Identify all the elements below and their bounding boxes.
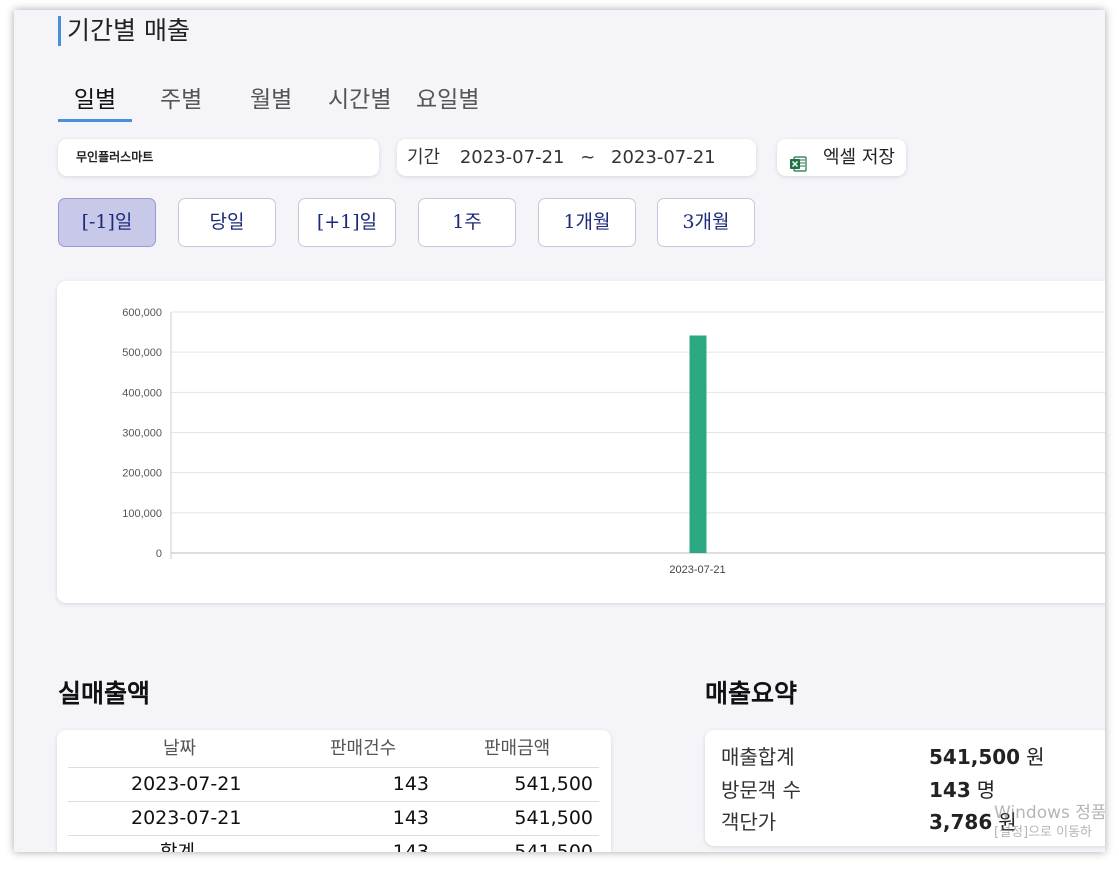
col-header-count: 판매건수 (330, 738, 397, 759)
summary-label: 객단가 (721, 810, 777, 834)
excel-export-button[interactable]: 엑셀 저장 (777, 139, 906, 176)
sales-table-title: 실매출액 (58, 679, 151, 708)
cell-amount: 541,500 (514, 773, 593, 795)
tab-monthly[interactable]: 월별 (250, 82, 298, 122)
bar (689, 335, 707, 553)
table-row: 2023-07-21 143 541,500 (68, 767, 599, 801)
cell-amount: 541,500 (514, 807, 593, 829)
cell-count: 143 (392, 773, 429, 795)
cell-date: 2023-07-21 (131, 807, 242, 829)
page-title: 기간별 매출 (58, 16, 190, 46)
date-to[interactable]: 2023-07-21 (611, 147, 716, 168)
col-header-date: 날짜 (163, 738, 197, 759)
cell-amount: 541,500 (514, 841, 593, 852)
y-tick-label: 100,000 (122, 508, 162, 520)
tab-weekly[interactable]: 주별 (160, 82, 208, 122)
date-from[interactable]: 2023-07-21 (460, 147, 565, 168)
col-header-amount: 판매금액 (484, 738, 551, 759)
cell-count: 143 (392, 841, 429, 852)
tab-daily[interactable]: 일별 (58, 82, 132, 122)
range-today-button[interactable]: 당일 (178, 198, 276, 247)
tab-hourly[interactable]: 시간별 (328, 82, 400, 122)
excel-export-label: 엑셀 저장 (823, 147, 895, 168)
range-3-month-button[interactable]: 3개월 (657, 198, 755, 247)
summary-row-total: 매출합계 541,500 원 (721, 741, 1101, 773)
sales-chart-panel: 600,000 500,000 400,000 300,000 200,000 100,0… (57, 281, 1105, 603)
sales-bar-chart: 600,000 500,000 400,000 300,000 200,000 100,0… (122, 307, 1105, 576)
period-label: 기간 (407, 147, 441, 168)
windows-activation-watermark: Windows 정품 [설정]으로 이동하 (994, 803, 1105, 840)
x-tick-label: 2023-07-21 (669, 564, 725, 576)
excel-icon (789, 149, 807, 172)
cell-total-label: 합계 (160, 841, 195, 852)
y-tick-label: 0 (156, 548, 162, 560)
summary-title: 매출요약 (705, 679, 798, 708)
period-tabs: 일별 주별 월별 시간별 요일별 (58, 82, 488, 122)
y-tick-label: 300,000 (122, 428, 162, 440)
range-plus-1-day-button[interactable]: [+1]일 (298, 198, 396, 247)
table-total-row: 합계 143 541,500 (68, 835, 599, 852)
app-frame: 기간별 매출 일별 주별 월별 시간별 요일별 무인플러스마트 기간 2023-… (14, 10, 1105, 852)
table-row: 2023-07-21 143 541,500 (68, 801, 599, 835)
date-separator: ~ (580, 147, 596, 168)
summary-label: 방문객 수 (721, 778, 801, 802)
cell-date: 2023-07-21 (131, 773, 242, 795)
range-1-week-button[interactable]: 1주 (418, 198, 516, 247)
cell-count: 143 (392, 807, 429, 829)
sales-table: 날짜 판매건수 판매금액 2023-07-21 143 541,500 2023… (57, 730, 611, 852)
date-range-picker[interactable]: 기간 2023-07-21 ~ 2023-07-21 (397, 139, 756, 176)
summary-label: 매출합계 (721, 745, 795, 769)
y-tick-label: 200,000 (122, 468, 162, 480)
range-1-month-button[interactable]: 1개월 (538, 198, 636, 247)
summary-value: 541,500 원 (929, 745, 1045, 769)
summary-value: 143 명 (929, 778, 996, 802)
y-tick-label: 600,000 (122, 307, 162, 319)
y-tick-label: 400,000 (122, 387, 162, 399)
tab-weekday[interactable]: 요일별 (416, 82, 488, 122)
summary-row-visitors: 방문객 수 143 명 (721, 774, 1101, 806)
store-select[interactable]: 무인플러스마트 (58, 139, 379, 176)
range-minus-1-day-button[interactable]: [-1]일 (58, 198, 156, 247)
y-tick-label: 500,000 (122, 347, 162, 359)
